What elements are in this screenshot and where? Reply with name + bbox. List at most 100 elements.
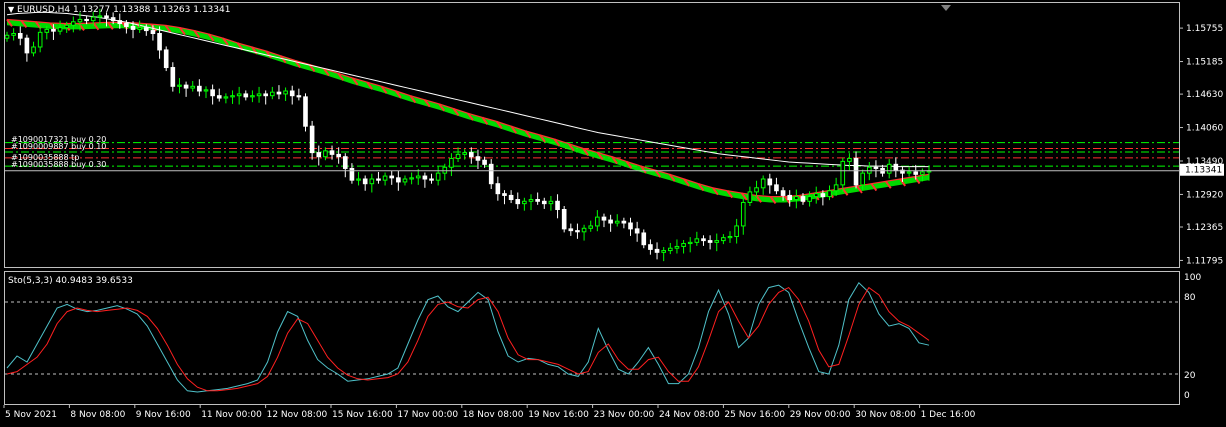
candle-body [661, 250, 666, 253]
candle-body [893, 163, 899, 171]
candle-body [455, 153, 461, 159]
candle-body [920, 171, 925, 175]
candle-body [561, 209, 567, 230]
candle-body [71, 21, 76, 26]
candle-body [581, 227, 587, 233]
candle-body [866, 166, 872, 174]
candle-body [223, 96, 229, 99]
price-tick-label: 1.14630 [1186, 90, 1223, 100]
candle-body [402, 178, 408, 183]
sto-level-100: 100 [1184, 273, 1202, 283]
candle-body [488, 163, 494, 185]
candle-body [714, 240, 720, 243]
candle-body [64, 24, 70, 29]
time-tick-label: 8 Nov 08:00 [70, 410, 125, 420]
candle-body [495, 183, 501, 195]
price-chart-svg[interactable] [5, 3, 1179, 267]
time-tick-label: 25 Nov 16:00 [724, 410, 785, 420]
sto-level-20: 20 [1184, 371, 1196, 381]
time-tick-label: 24 Nov 08:00 [659, 410, 720, 420]
time-tick-label: 15 Nov 16:00 [332, 410, 393, 420]
candle-body [316, 152, 322, 158]
candle-body [429, 178, 434, 181]
candle-body [754, 187, 759, 193]
candle-body [329, 150, 335, 155]
candle-body [774, 184, 779, 192]
candle-body [323, 150, 328, 158]
candle-body [163, 49, 169, 69]
order-label[interactable]: #1090035888 buy 0.30 [11, 161, 106, 169]
stochastic-panel[interactable]: Sto(5,3,3) 40.9483 39.6533 [4, 271, 1180, 405]
candle-body [734, 225, 739, 237]
candle-body [847, 157, 852, 162]
candle-body [482, 159, 487, 165]
symbol-header: ▼ EURUSD,H4 1.13277 1.13388 1.13263 1.13… [8, 5, 230, 15]
candle-body [548, 200, 554, 205]
candle-body [860, 172, 865, 186]
candle-body [760, 178, 766, 189]
candle-body [913, 171, 919, 175]
candle-body [243, 93, 249, 98]
candle-body [641, 232, 647, 246]
candle-body [767, 178, 773, 186]
candle-body [289, 90, 295, 97]
candle-body [137, 27, 142, 30]
band-upper-line [6, 18, 930, 198]
candle-body [11, 33, 16, 36]
price-tick-label: 1.15185 [1186, 58, 1223, 68]
candle-body [236, 93, 242, 97]
candle-body [376, 178, 381, 181]
price-tick-label: 1.14060 [1186, 124, 1223, 134]
candle-body [833, 184, 839, 192]
candle-body [628, 222, 633, 230]
candle-body [595, 216, 600, 227]
candle-body [362, 178, 368, 185]
order-label[interactable]: #1090009887 buy 0.10 [11, 143, 106, 151]
candle-body [787, 194, 793, 201]
candle-body [349, 167, 355, 181]
candle-body [183, 84, 189, 89]
candle-body [840, 160, 846, 186]
candle-body [535, 199, 540, 202]
candle-body [303, 96, 308, 127]
candle-body [24, 37, 30, 54]
candle-body [263, 93, 269, 97]
price-tick-label: 1.15755 [1186, 24, 1223, 34]
candle-body [502, 193, 507, 196]
stochastic-axis: 100 80 20 0 [1180, 271, 1226, 405]
candle-body [415, 175, 421, 179]
time-tick-label: 29 Nov 00:00 [790, 410, 851, 420]
collapse-triangle-icon[interactable]: ▼ [8, 5, 14, 14]
candle-body [356, 178, 361, 181]
candle-body [157, 33, 162, 51]
candle-body [110, 17, 116, 22]
candle-body [37, 31, 43, 48]
candle-body [906, 171, 912, 174]
candle-body [17, 33, 23, 39]
current-price-label: 1.13341 [1185, 166, 1222, 176]
candle-body [813, 193, 819, 198]
sto-level-80: 80 [1184, 293, 1196, 303]
price-tick-label: 1.11795 [1186, 256, 1223, 266]
symbol-ohlc-label: EURUSD,H4 1.13277 1.13388 1.13263 1.1334… [17, 5, 231, 15]
candle-body [256, 93, 262, 97]
candle-body [674, 245, 680, 249]
price-tick-label: 1.12365 [1186, 223, 1223, 233]
candle-body [150, 30, 156, 35]
long-moving-average [6, 11, 929, 168]
price-chart-panel[interactable]: ▼ EURUSD,H4 1.13277 1.13388 1.13263 1.13… [4, 2, 1180, 268]
candle-body [309, 125, 315, 154]
candle-body [634, 228, 640, 234]
candle-body [104, 15, 109, 19]
chart-shift-icon [941, 5, 951, 11]
stochastic-main-line [6, 282, 930, 393]
stochastic-label: Sto(5,3,3) 40.9483 39.6533 [8, 276, 133, 286]
candle-body [336, 153, 341, 158]
candle-body [469, 152, 474, 158]
candle-body [886, 163, 892, 174]
stochastic-svg[interactable] [5, 272, 1179, 404]
candle-body [449, 157, 454, 168]
candle-body [614, 220, 620, 224]
candle-body [369, 178, 375, 185]
sto-level-0: 0 [1184, 391, 1190, 401]
